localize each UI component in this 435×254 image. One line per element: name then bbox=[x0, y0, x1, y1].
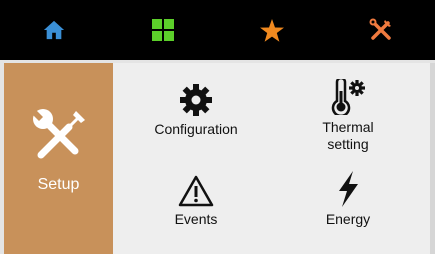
thermal-setting-label: Thermal setting bbox=[322, 119, 374, 152]
nav-home[interactable] bbox=[0, 0, 109, 60]
thermometer-gear-icon bbox=[328, 79, 368, 115]
section-panel-setup: Setup bbox=[4, 63, 113, 254]
events-button[interactable]: Events bbox=[121, 171, 271, 228]
warning-icon bbox=[178, 171, 214, 207]
nav-apps[interactable] bbox=[109, 0, 218, 60]
tools-icon bbox=[29, 105, 89, 170]
configuration-label: Configuration bbox=[154, 121, 238, 137]
grid-icon bbox=[152, 19, 175, 41]
section-title: Setup bbox=[37, 176, 80, 193]
setup-menu: Configuration Thermal setting Events Ene… bbox=[113, 63, 430, 254]
top-navigation-bar bbox=[0, 0, 435, 60]
tools-icon bbox=[369, 18, 391, 40]
gear-icon bbox=[179, 81, 213, 117]
events-label: Events bbox=[174, 211, 218, 227]
nav-favorites[interactable] bbox=[218, 0, 327, 60]
thermal-setting-button[interactable]: Thermal setting bbox=[273, 79, 423, 153]
lightning-icon bbox=[335, 171, 361, 207]
nav-setup[interactable] bbox=[326, 0, 435, 60]
right-edge bbox=[430, 63, 435, 254]
home-icon bbox=[44, 20, 65, 40]
energy-label: Energy bbox=[325, 211, 371, 227]
energy-button[interactable]: Energy bbox=[273, 171, 423, 228]
screen: Setup Configuration Thermal setting Even… bbox=[0, 0, 435, 254]
configuration-button[interactable]: Configuration bbox=[121, 81, 271, 138]
star-icon bbox=[259, 18, 284, 42]
